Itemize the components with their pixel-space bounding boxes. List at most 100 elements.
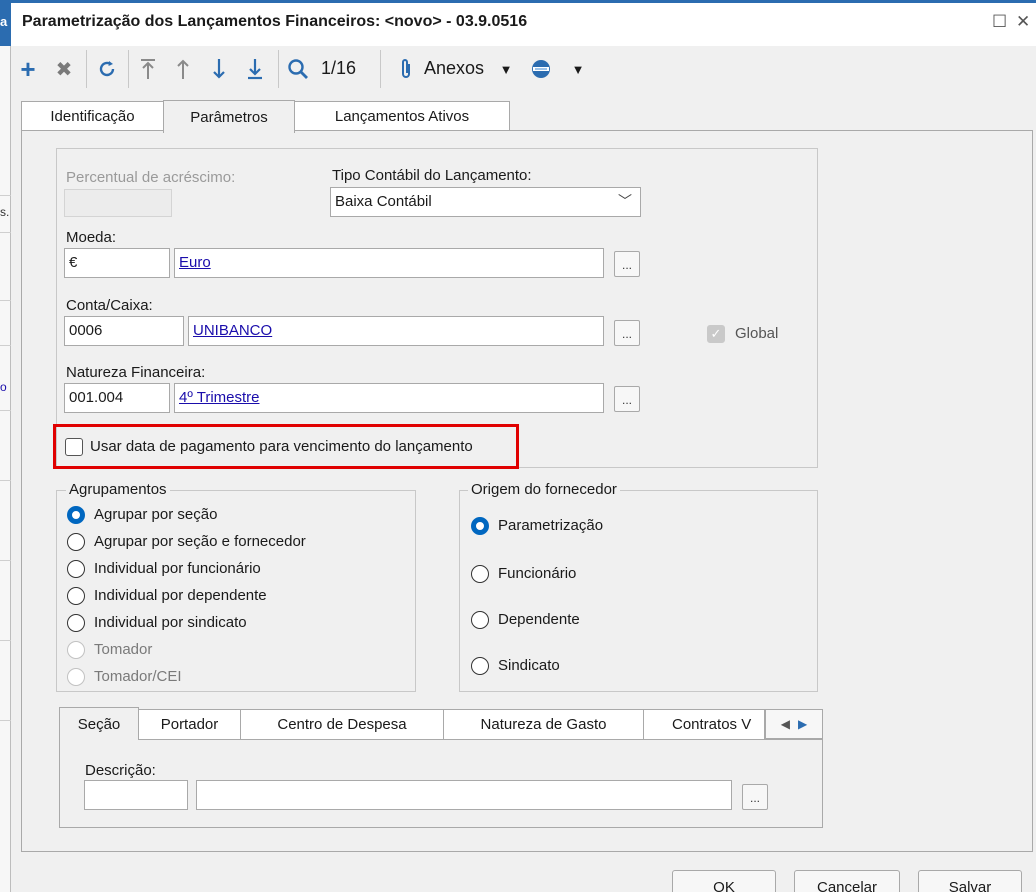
origem-fornecedor-legend: Origem do fornecedor <box>468 481 620 498</box>
conta-code-input[interactable]: 0006 <box>64 316 184 346</box>
process-icon[interactable] <box>528 56 554 82</box>
moeda-label: Moeda: <box>66 229 117 246</box>
subtab-scroll: ◀ ▶ <box>765 709 823 739</box>
subtab-secao[interactable]: Seção <box>59 707 139 740</box>
background-divider <box>0 232 11 233</box>
toolbar-separator <box>380 50 381 88</box>
conta-label: Conta/Caixa: <box>66 297 153 314</box>
moeda-name-link[interactable]: Euro <box>179 254 211 271</box>
process-dropdown-icon[interactable]: ▼ <box>570 56 586 82</box>
secao-lookup-button[interactable]: ... <box>742 784 768 810</box>
radio-parametrizacao[interactable] <box>471 517 489 535</box>
search-icon[interactable] <box>285 56 311 82</box>
first-record-icon[interactable] <box>137 56 159 82</box>
tipo-contabil-value: Baixa Contábil <box>335 193 432 210</box>
subtab-contratos[interactable]: Contratos V <box>643 709 765 739</box>
agrupar-secao-label: Agrupar por seção <box>94 506 218 523</box>
subtab-label: Portador <box>160 716 219 733</box>
natureza-lookup-button[interactable]: ... <box>614 386 640 412</box>
background-divider <box>0 560 11 561</box>
chevron-down-icon: ﹀ <box>618 193 632 209</box>
tipo-contabil-select[interactable]: Baixa Contábil ﹀ <box>330 187 641 217</box>
tab-lancamentos-ativos[interactable]: Lançamentos Ativos <box>294 101 510 131</box>
subtab-label: Seção <box>77 715 121 733</box>
natureza-code-input[interactable]: 001.004 <box>64 383 170 413</box>
dependente-label: Dependente <box>498 611 580 628</box>
individual-sindicato-label: Individual por sindicato <box>94 614 247 631</box>
tab-parametros[interactable]: Parâmetros <box>163 100 295 133</box>
background-app-strip <box>0 0 11 892</box>
natureza-label: Natureza Financeira: <box>66 364 206 381</box>
moeda-lookup-button[interactable]: ... <box>614 251 640 277</box>
radio-agrupar-secao-fornecedor[interactable] <box>67 533 85 551</box>
refresh-icon[interactable] <box>94 56 120 82</box>
background-app-link: o <box>0 380 7 394</box>
tab-label: Identificação <box>50 108 135 125</box>
close-button[interactable]: ✕ <box>1016 12 1030 32</box>
ok-button[interactable]: OK <box>672 870 776 892</box>
conta-lookup-button[interactable]: ... <box>614 320 640 346</box>
maximize-button[interactable]: ☐ <box>992 12 1007 32</box>
secao-code-input[interactable] <box>84 780 188 810</box>
secao-description-field[interactable] <box>196 780 732 810</box>
moeda-code-input[interactable]: € <box>64 248 170 278</box>
window-title: Parametrização dos Lançamentos Financeir… <box>22 13 528 30</box>
paperclip-icon[interactable] <box>396 56 416 82</box>
subtab-label: Centro de Despesa <box>277 716 407 733</box>
background-divider <box>0 480 11 481</box>
tomador-label: Tomador <box>94 641 153 658</box>
previous-record-icon[interactable] <box>172 56 194 82</box>
background-divider <box>0 720 11 721</box>
background-divider <box>0 410 11 411</box>
radio-dependente[interactable] <box>471 611 489 629</box>
toolbar-separator <box>128 50 129 88</box>
moeda-name-field[interactable]: Euro <box>174 248 604 278</box>
radio-agrupar-secao[interactable] <box>67 506 85 524</box>
radio-individual-sindicato[interactable] <box>67 614 85 632</box>
save-button[interactable]: Salvar <box>918 870 1022 892</box>
scroll-right-icon[interactable]: ▶ <box>798 717 807 731</box>
toolbar-separator <box>278 50 279 88</box>
subtab-natureza-gasto[interactable]: Natureza de Gasto <box>443 709 644 739</box>
toolbar <box>11 46 1036 94</box>
natureza-name-field[interactable]: 4º Trimestre <box>174 383 604 413</box>
next-record-icon[interactable] <box>208 56 230 82</box>
record-position: 1/16 <box>321 58 357 78</box>
global-checkbox: ✓ <box>707 325 725 343</box>
attachments-button[interactable]: Anexos <box>424 58 484 79</box>
usar-data-pagamento-checkbox[interactable] <box>65 438 83 456</box>
delete-icon[interactable]: ✖ <box>52 56 76 82</box>
toolbar-separator <box>86 50 87 88</box>
radio-funcionario[interactable] <box>471 565 489 583</box>
percentual-label: Percentual de acréscimo: <box>66 169 236 186</box>
sindicato-label: Sindicato <box>498 657 560 674</box>
attachments-dropdown-icon[interactable]: ▼ <box>498 56 514 82</box>
background-app-text: s. <box>0 205 10 219</box>
conta-name-field[interactable]: UNIBANCO <box>188 316 604 346</box>
add-icon[interactable]: + <box>16 54 40 84</box>
radio-individual-funcionario[interactable] <box>67 560 85 578</box>
usar-data-pagamento-label: Usar data de pagamento para vencimento d… <box>90 438 473 455</box>
tipo-contabil-label: Tipo Contábil do Lançamento: <box>332 167 532 184</box>
background-divider <box>0 640 11 641</box>
tab-identificacao[interactable]: Identificação <box>21 101 164 131</box>
descricao-label: Descrição: <box>85 762 156 779</box>
natureza-name-link[interactable]: 4º Trimestre <box>179 389 260 406</box>
parametrizacao-label: Parametrização <box>498 517 604 534</box>
individual-funcionario-label: Individual por funcionário <box>94 560 261 577</box>
agrupar-secao-fornecedor-label: Agrupar por seção e fornecedor <box>94 533 306 550</box>
conta-name-link[interactable]: UNIBANCO <box>193 322 272 339</box>
background-divider <box>0 195 11 196</box>
background-divider <box>0 300 11 301</box>
cancel-button[interactable]: Cancelar <box>794 870 900 892</box>
funcionario-label: Funcionário <box>498 565 577 582</box>
background-app-title: a <box>0 14 8 29</box>
scroll-left-icon[interactable]: ◀ <box>781 717 790 731</box>
radio-sindicato[interactable] <box>471 657 489 675</box>
radio-individual-dependente[interactable] <box>67 587 85 605</box>
percentual-input <box>64 189 172 217</box>
subtab-centro-despesa[interactable]: Centro de Despesa <box>240 709 444 739</box>
subtab-portador[interactable]: Portador <box>138 709 241 739</box>
last-record-icon[interactable] <box>244 56 266 82</box>
global-label: Global <box>735 325 779 342</box>
